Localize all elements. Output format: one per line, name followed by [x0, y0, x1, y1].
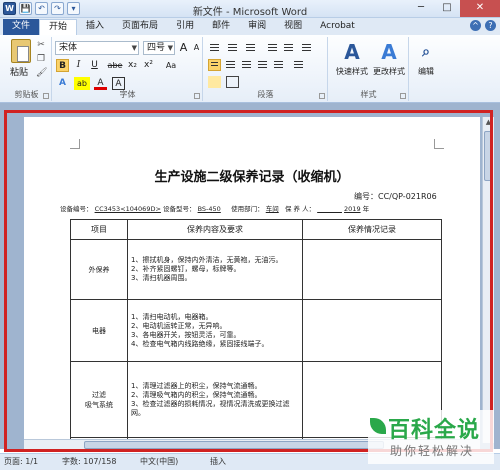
quick-styles-button[interactable]: A 快速样式	[333, 40, 371, 77]
tab-mailings[interactable]: 邮件	[203, 19, 239, 35]
change-case-button[interactable]: Aa	[162, 59, 180, 72]
watermark-title: 百科全说	[388, 418, 481, 443]
change-styles-label: 更改样式	[373, 67, 405, 76]
chevron-down-icon: ▼	[131, 44, 137, 52]
shrink-font-button[interactable]: A	[190, 41, 203, 54]
numbering-icon[interactable]	[226, 42, 239, 54]
bullets-icon[interactable]	[208, 42, 221, 54]
superscript-button[interactable]: x²	[142, 59, 155, 72]
window-controls: ─ □ ✕	[408, 0, 500, 17]
title-bar: W 💾 ↶ ↷ ▾ 新文件 - Microsoft Word ─ □ ✕	[0, 0, 500, 18]
italic-button[interactable]: I	[72, 59, 85, 72]
decrease-indent-icon[interactable]	[266, 42, 279, 54]
clipboard-group: 粘贴 ✂ ❐ 🖌 剪贴板	[2, 37, 52, 101]
strikethrough-button[interactable]: abe	[106, 59, 124, 72]
font-size-value: 四号	[147, 43, 166, 53]
leaf-logo-icon	[370, 418, 386, 434]
change-styles-icon: A	[381, 40, 397, 64]
bold-button[interactable]: B	[56, 59, 69, 72]
styles-group: A 快速样式 A 更改样式 样式	[329, 37, 409, 101]
ribbon: 粘贴 ✂ ❐ 🖌 剪贴板 宋体 ▼ 四号 ▼ A A B I U abe x₂ …	[0, 35, 500, 103]
status-page[interactable]: 页面: 1/1	[4, 454, 38, 470]
minimize-ribbon-icon[interactable]: ^	[470, 20, 481, 31]
paragraph-group: 段落	[204, 37, 328, 101]
distributed-icon[interactable]	[272, 59, 285, 71]
font-group: 宋体 ▼ 四号 ▼ A A B I U abe x₂ x² Aa A ab A …	[53, 37, 203, 101]
paragraph-group-label: 段落	[257, 90, 274, 99]
font-group-label: 字体	[119, 90, 136, 99]
tab-acrobat[interactable]: Acrobat	[311, 19, 364, 35]
styles-dialog-launcher[interactable]	[400, 93, 406, 99]
font-size-box[interactable]: 四号 ▼	[143, 41, 175, 55]
quick-styles-icon: A	[344, 40, 360, 64]
editing-label: 编辑	[418, 67, 434, 76]
borders-icon[interactable]	[226, 76, 239, 88]
tab-file[interactable]: 文件	[3, 19, 40, 35]
tab-review[interactable]: 审阅	[239, 19, 275, 35]
font-name-box[interactable]: 宋体 ▼	[55, 41, 139, 55]
editing-button[interactable]: ⌕ 编辑	[412, 40, 440, 77]
align-center-icon[interactable]	[224, 59, 237, 71]
shading-icon[interactable]	[208, 76, 221, 88]
line-spacing-icon[interactable]	[292, 59, 305, 71]
paste-icon[interactable]	[11, 39, 31, 63]
justify-icon[interactable]	[256, 59, 269, 71]
ribbon-help-area: ^ ?	[470, 20, 496, 31]
help-icon[interactable]: ?	[485, 20, 496, 31]
tab-view[interactable]: 视图	[275, 19, 311, 35]
watermark-subtitle: 助你轻松解决	[390, 444, 475, 458]
highlight-frame	[4, 110, 493, 452]
paste-button-label[interactable]: 粘贴	[10, 65, 28, 78]
binoculars-icon: ⌕	[422, 44, 430, 60]
clipboard-dialog-launcher[interactable]	[43, 93, 49, 99]
grow-font-button[interactable]: A	[177, 41, 190, 54]
copy-icon[interactable]: ❐	[36, 54, 46, 64]
font-name-value: 宋体	[59, 43, 78, 53]
tab-insert[interactable]: 插入	[77, 19, 113, 35]
underline-button[interactable]: U	[88, 59, 101, 72]
tab-page-layout[interactable]: 页面布局	[113, 19, 167, 35]
tab-references[interactable]: 引用	[167, 19, 203, 35]
font-dialog-launcher[interactable]	[194, 93, 200, 99]
status-language[interactable]: 中文(中国)	[140, 454, 178, 470]
maximize-button[interactable]: □	[434, 0, 460, 17]
align-left-icon[interactable]	[208, 59, 221, 71]
watermark: 百科全说 助你轻松解决	[368, 410, 494, 464]
subscript-button[interactable]: x₂	[126, 59, 139, 72]
close-button[interactable]: ✕	[460, 0, 500, 17]
multilevel-list-icon[interactable]	[244, 42, 257, 54]
minimize-button[interactable]: ─	[408, 0, 434, 17]
ribbon-tabs: 文件 开始 插入 页面布局 引用 邮件 审阅 视图 Acrobat ^ ?	[0, 18, 500, 35]
cut-icon[interactable]: ✂	[36, 40, 46, 50]
align-right-icon[interactable]	[240, 59, 253, 71]
tab-home[interactable]: 开始	[39, 19, 78, 35]
chevron-down-icon: ▼	[167, 44, 173, 52]
styles-group-label: 样式	[360, 90, 377, 99]
status-words[interactable]: 字数: 107/158	[62, 454, 116, 470]
change-styles-button[interactable]: A 更改样式	[371, 40, 407, 77]
status-mode[interactable]: 插入	[210, 454, 226, 470]
paragraph-dialog-launcher[interactable]	[319, 93, 325, 99]
quick-styles-label: 快速样式	[336, 67, 368, 76]
sort-icon[interactable]	[300, 42, 313, 54]
increase-indent-icon[interactable]	[282, 42, 295, 54]
editing-group: ⌕ 编辑	[410, 37, 442, 101]
format-painter-icon[interactable]: 🖌	[36, 68, 47, 78]
